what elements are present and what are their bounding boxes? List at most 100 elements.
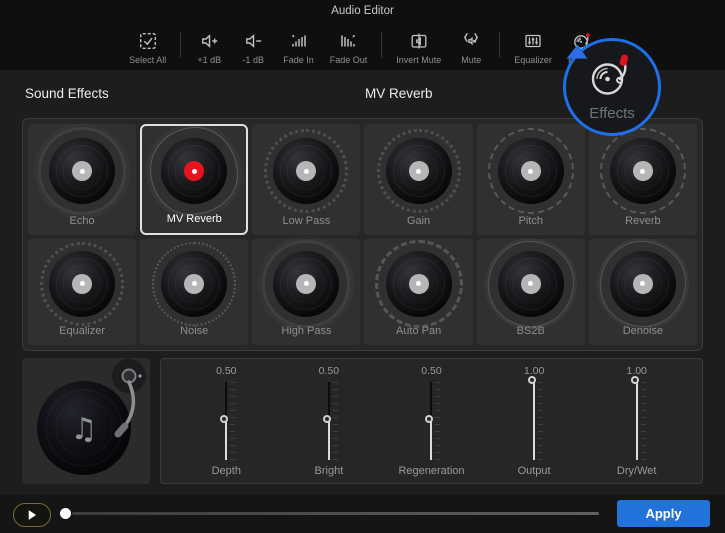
effect-tile[interactable]: Denoise xyxy=(589,239,697,346)
slider-knob[interactable] xyxy=(631,376,639,384)
effect-tile[interactable]: Pitch xyxy=(477,124,585,235)
slider-track-fill xyxy=(225,421,227,460)
toolbar-label: Invert Mute xyxy=(396,55,441,65)
volume-minus-icon xyxy=(243,30,263,52)
toolbar-label: Mute xyxy=(461,55,481,65)
slider-track[interactable] xyxy=(225,382,227,460)
toolbar-item-mute[interactable]: Mute xyxy=(449,30,493,65)
playback-progress-knob[interactable] xyxy=(60,508,71,519)
slider-label: Bright xyxy=(315,465,344,477)
effect-parameters-panel: 0.50 Depth 0.50 Bright 0.50 xyxy=(160,358,703,484)
turntable-graphic: ♫ xyxy=(22,358,150,484)
record-center-label xyxy=(409,274,429,294)
toolbar-item-plus-1db[interactable]: +1 dB xyxy=(187,30,231,65)
toolbar-label: Select All xyxy=(129,55,166,65)
svg-text:♫: ♫ xyxy=(71,412,98,447)
toolbar-item-select-all[interactable]: Select All xyxy=(121,30,174,65)
effect-param-slider[interactable]: 1.00 Output xyxy=(486,365,582,481)
slider-track[interactable] xyxy=(328,382,330,460)
effect-tile[interactable]: Noise xyxy=(140,239,248,346)
slider-track-fill xyxy=(430,421,432,460)
record-center-label xyxy=(296,161,316,181)
play-button[interactable] xyxy=(13,503,51,527)
effect-tile[interactable]: Reverb xyxy=(589,124,697,235)
effect-tile[interactable]: MV Reverb xyxy=(140,124,248,235)
record-disc xyxy=(49,251,115,317)
volume-plus-icon xyxy=(199,30,219,52)
record-center-label xyxy=(633,274,653,294)
slider-ticks xyxy=(230,382,235,460)
record-center-label xyxy=(296,274,316,294)
effect-param-slider[interactable]: 0.50 Bright xyxy=(281,365,377,481)
slider-track[interactable] xyxy=(533,382,535,460)
select-all-icon xyxy=(138,30,158,52)
record-disc xyxy=(386,251,452,317)
toolbar-label: -1 dB xyxy=(242,55,264,65)
slider-ticks xyxy=(435,382,440,460)
toolbar-separator xyxy=(499,32,500,58)
slider-label: Depth xyxy=(212,465,241,477)
playback-progress-track[interactable] xyxy=(72,512,599,515)
toolbar-label: +1 dB xyxy=(197,55,221,65)
vinyl-record xyxy=(386,138,452,204)
effect-param-slider[interactable]: 1.00 Dry/Wet xyxy=(589,365,685,481)
toolbar-separator xyxy=(381,32,382,58)
window-title: Audio Editor xyxy=(0,5,725,17)
vinyl-record xyxy=(386,251,452,317)
effect-tile[interactable]: High Pass xyxy=(252,239,360,346)
effect-tile[interactable]: Equalizer xyxy=(28,239,136,346)
toolbar-label: Equalizer xyxy=(514,55,552,65)
record-disc xyxy=(273,251,339,317)
slider-track[interactable] xyxy=(430,382,432,460)
vinyl-record xyxy=(49,251,115,317)
toolbar-item-fade-out[interactable]: Fade Out xyxy=(322,30,376,65)
effect-tile[interactable]: Auto Pan xyxy=(364,239,472,346)
play-icon xyxy=(23,506,41,524)
fade-out-icon xyxy=(339,30,359,52)
toolbar-item-invert-mute[interactable]: Invert Mute xyxy=(388,30,449,65)
record-disc xyxy=(49,138,115,204)
slider-track[interactable] xyxy=(636,382,638,460)
effect-tile[interactable]: Low Pass xyxy=(252,124,360,235)
effect-param-slider[interactable]: 0.50 Regeneration xyxy=(383,365,479,481)
slider-value: 0.50 xyxy=(216,365,236,379)
toolbar-item-equalizer[interactable]: Equalizer xyxy=(506,30,560,65)
effect-name: BS2B xyxy=(477,325,585,337)
effects-callout-icon xyxy=(589,53,635,104)
slider-ticks xyxy=(538,382,543,460)
mute-icon xyxy=(461,30,481,52)
record-center-label xyxy=(72,161,92,181)
effect-tile[interactable]: BS2B xyxy=(477,239,585,346)
effect-tile[interactable]: Echo xyxy=(28,124,136,235)
slider-value: 0.50 xyxy=(421,365,441,379)
slider-ticks xyxy=(641,382,646,460)
record-disc xyxy=(498,138,564,204)
effects-grid: Echo MV Reverb Low Pass Gain xyxy=(22,118,703,351)
effect-name: Reverb xyxy=(589,215,697,227)
record-center-label xyxy=(521,274,541,294)
slider-track-fill xyxy=(328,421,330,460)
callout-label: Effects xyxy=(589,105,635,122)
effect-name: Low Pass xyxy=(252,215,360,227)
effect-name: Auto Pan xyxy=(364,325,472,337)
slider-label: Dry/Wet xyxy=(617,465,657,477)
toolbar-item-fade-in[interactable]: Fade In xyxy=(275,30,322,65)
toolbar-label: Fade In xyxy=(283,55,314,65)
record-disc xyxy=(161,251,227,317)
slider-value: 0.50 xyxy=(319,365,339,379)
record-disc xyxy=(610,251,676,317)
effect-param-slider[interactable]: 0.50 Depth xyxy=(178,365,274,481)
vinyl-record xyxy=(610,251,676,317)
effect-name: Noise xyxy=(140,325,248,337)
section-title-sound-effects: Sound Effects xyxy=(25,86,109,101)
effect-tile[interactable]: Gain xyxy=(364,124,472,235)
vinyl-record xyxy=(161,251,227,317)
toolbar-item-minus-1db[interactable]: -1 dB xyxy=(231,30,275,65)
effect-name: Pitch xyxy=(477,215,585,227)
record-center-label xyxy=(184,161,204,181)
slider-knob[interactable] xyxy=(323,415,331,423)
slider-ticks xyxy=(333,382,338,460)
record-center-label xyxy=(409,161,429,181)
apply-button[interactable]: Apply xyxy=(617,500,710,527)
vinyl-record xyxy=(498,251,564,317)
